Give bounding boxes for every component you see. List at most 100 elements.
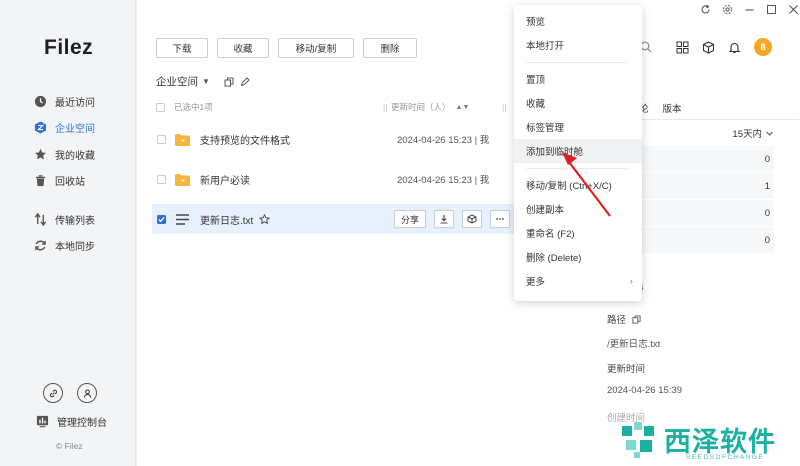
main-content: 下载 收藏 移动/复制 删除 企业空间 ▼ 已选中1项 || 更新时间（人） ▲… [137, 0, 800, 466]
path-value: /更新日志.txt [607, 339, 661, 350]
breadcrumb: 企业空间 ▼ [156, 74, 250, 89]
menu-item-duplicate[interactable]: 创建副本 [514, 197, 642, 221]
sidebar-item-label: 最近访问 [55, 97, 95, 109]
watermark: 西泽软件 SEEDSOFCHANGE [618, 418, 800, 466]
detail-tabs: 论 版本 [639, 101, 682, 115]
folder-icon [175, 133, 190, 146]
sidebar-item-label: 我的收藏 [55, 150, 95, 162]
sidebar-item-label: 本地同步 [55, 242, 95, 254]
sidebar-item-favorites[interactable]: 我的收藏 [34, 141, 134, 168]
trash-icon [34, 174, 47, 187]
table-header: 已选中1项 || 更新时间（人） ▲▼ || [156, 98, 516, 116]
chevron-right-icon: › [630, 276, 633, 286]
table-row-selected[interactable]: 更新日志.txt 分享 [152, 204, 517, 234]
table-row[interactable]: 新用户必读 2024-04-26 15:23 | 我 [152, 165, 517, 193]
sidebar-item-trash[interactable]: 回收站 [34, 168, 134, 195]
sidebar-item-transfer[interactable]: 传输列表 [34, 206, 134, 233]
text-file-icon [175, 213, 190, 226]
watermark-logo [622, 422, 654, 458]
sidebar-item-label: 回收站 [55, 177, 85, 189]
contacts-icon[interactable] [77, 383, 97, 403]
file-name[interactable]: 支持预览的文件格式 [200, 132, 290, 147]
menu-item-delete[interactable]: 删除 (Delete) [514, 245, 642, 269]
dashboard-icon [36, 415, 49, 428]
avatar[interactable]: 8 [754, 38, 772, 56]
app-window: Filez 最近访问 企业空间 我的收藏 回收站 传输列表 本地同步 管理控制台… [0, 0, 800, 466]
file-meta: 2024-04-26 15:23 | 我 [397, 175, 490, 186]
sidebar-item-enterprise[interactable]: 企业空间 [34, 115, 134, 142]
menu-item-add-temp[interactable]: 添加到临时舱 [514, 139, 642, 163]
clock-icon [34, 95, 47, 108]
row-checkbox[interactable] [157, 174, 166, 184]
file-name[interactable]: 更新日志.txt [200, 212, 253, 227]
bell-icon[interactable] [728, 41, 741, 54]
tab-versions[interactable]: 版本 [663, 101, 682, 115]
menu-item-more[interactable]: 更多 › [514, 269, 642, 293]
refresh-icon[interactable] [700, 4, 711, 15]
download-button[interactable]: 下载 [156, 38, 208, 58]
selected-count: 已选中1项 [174, 102, 213, 112]
row-actions: 分享 [394, 210, 510, 228]
breadcrumb-space[interactable]: 企业空间 [156, 74, 198, 89]
menu-item-pin[interactable]: 置顶 [514, 67, 642, 91]
apps-icon[interactable] [676, 41, 689, 54]
minimize-icon[interactable] [744, 4, 755, 15]
updated-column-header[interactable]: 更新时间（人） ▲▼ [391, 101, 469, 113]
menu-item-favorite[interactable]: 收藏 [514, 91, 642, 115]
transfer-icon [34, 212, 47, 226]
window-controls [700, 4, 799, 15]
maximize-icon[interactable] [766, 4, 777, 15]
star-outline-icon[interactable] [259, 213, 271, 225]
column-divider[interactable]: || [383, 102, 387, 112]
admin-console-link[interactable]: 管理控制台 [36, 414, 107, 429]
cube-icon[interactable] [702, 40, 715, 54]
delete-button[interactable]: 删除 [363, 38, 417, 58]
box-icon[interactable] [462, 210, 482, 228]
select-all-checkbox[interactable] [156, 102, 165, 112]
sidebar-item-recent[interactable]: 最近访问 [34, 88, 134, 115]
admin-console-label: 管理控制台 [57, 418, 107, 429]
menu-divider [514, 57, 642, 67]
sidebar-item-sync[interactable]: 本地同步 [34, 233, 134, 260]
file-meta: 2024-04-26 15:23 | 我 [397, 135, 490, 146]
context-menu: 预览 本地打开 置顶 收藏 标签管理 添加到临时舱 移动/复制 (Ctrl+X/… [514, 5, 642, 301]
caret-down-icon[interactable]: ▼ [202, 77, 210, 86]
file-name[interactable]: 新用户必读 [200, 172, 250, 187]
enterprise-icon [34, 121, 47, 134]
share-button[interactable]: 分享 [394, 210, 426, 228]
menu-item-tags[interactable]: 标签管理 [514, 115, 642, 139]
path-info: 路径 /更新日志.txt [607, 312, 787, 350]
move-copy-button[interactable]: 移动/复制 [278, 38, 354, 58]
watermark-sub: SEEDSOFCHANGE [686, 454, 765, 461]
edit-icon[interactable] [240, 76, 250, 87]
updated-info: 更新时间 2024-04-26 15:39 [607, 361, 787, 396]
sync-icon [34, 239, 47, 252]
column-divider[interactable]: || [502, 102, 506, 112]
copy-icon[interactable] [224, 77, 234, 87]
row-checkbox[interactable] [157, 214, 166, 224]
row-checkbox[interactable] [157, 134, 166, 144]
sidebar-bottom-icons [43, 383, 97, 403]
menu-divider [514, 163, 642, 173]
link-icon[interactable] [43, 383, 63, 403]
copyright: © Filez [56, 441, 83, 451]
folder-icon [175, 173, 190, 186]
menu-item-rename[interactable]: 重命名 (F2) [514, 221, 642, 245]
table-row[interactable]: 支持预览的文件格式 2024-04-26 15:23 | 我 [152, 125, 517, 153]
sort-icon[interactable]: ▲▼ [456, 104, 470, 111]
menu-item-move-copy[interactable]: 移动/复制 (Ctrl+X/C) [514, 173, 642, 197]
download-icon[interactable] [434, 210, 454, 228]
range-select[interactable]: 15天内 [732, 126, 774, 140]
menu-item-open-local[interactable]: 本地打开 [514, 33, 642, 57]
chevron-down-icon [766, 131, 773, 136]
close-icon[interactable] [788, 4, 799, 15]
sidebar-item-label: 传输列表 [55, 215, 95, 227]
more-icon[interactable] [490, 210, 510, 228]
settings-icon[interactable] [722, 4, 733, 15]
header-icons: 8 [676, 38, 772, 56]
menu-item-preview[interactable]: 预览 [514, 9, 642, 33]
updated-value: 2024-04-26 15:39 [607, 385, 683, 396]
app-logo: Filez [44, 36, 94, 59]
star-icon [34, 148, 47, 161]
favorite-button[interactable]: 收藏 [217, 38, 269, 58]
